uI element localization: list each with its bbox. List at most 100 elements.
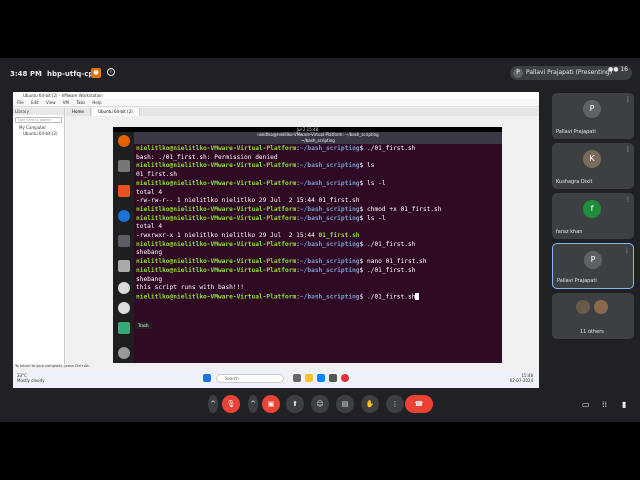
command-text: ./01_first.sh xyxy=(363,145,416,152)
emoji-icon: ☺ xyxy=(316,400,324,408)
participant-tile[interactable]: ⋮ P Pallavi Prajapati xyxy=(552,93,634,139)
people-icon: ●● xyxy=(607,66,619,73)
hand-icon: ✋ xyxy=(365,400,375,408)
avatar xyxy=(576,300,590,314)
weather-widget[interactable]: 33°C Mostly cloudy xyxy=(17,373,45,383)
taskview-icon[interactable] xyxy=(293,374,301,382)
ubuntu-desktop: Jul 2 15:48 Trash nielitlko@nielitlko-VM… xyxy=(113,127,502,363)
menu-edit[interactable]: Edit xyxy=(31,100,39,105)
terminal-output-line: shebang xyxy=(136,276,500,285)
files-icon[interactable] xyxy=(118,160,130,172)
menu-help[interactable]: Help xyxy=(92,100,101,105)
menu-file[interactable]: File xyxy=(17,100,24,105)
output-text: -rw-rw-r-- 1 nielitlko nielitlko 29 Jul … xyxy=(136,197,360,205)
audio-options-button[interactable]: ^ xyxy=(208,395,218,413)
dock-tooltip: Trash xyxy=(135,322,152,329)
more-icon: ⋮ xyxy=(391,400,399,408)
participant-tile[interactable]: ⋮ K Kushagra Dixit xyxy=(552,143,634,189)
participant-name: faraz khan xyxy=(556,229,583,235)
show-apps-icon[interactable] xyxy=(118,347,130,359)
terminal-output-line: -rw-rw-r-- 1 nielitlko nielitlko 29 Jul … xyxy=(136,197,500,206)
mic-button[interactable]: 🎙 xyxy=(222,395,240,413)
present-button[interactable]: ⬆ xyxy=(286,395,304,413)
participants-indicator[interactable]: ●● 16 xyxy=(608,66,628,73)
chrome-icon[interactable] xyxy=(341,374,349,382)
terminal-output-line: this script runs with bash!!! xyxy=(136,284,500,293)
terminal-subtitle: ~/bash_scripting xyxy=(301,138,335,143)
library-title: Library xyxy=(13,108,64,115)
output-text: -rwxrwxr-x 1 nielitlko nielitlko 29 Jul … xyxy=(136,232,319,240)
terminal-icon[interactable] xyxy=(118,235,130,247)
help-icon[interactable] xyxy=(118,210,130,222)
disc-icon-2[interactable] xyxy=(118,302,130,314)
others-tile[interactable]: 11 others xyxy=(552,293,634,339)
terminal-command-line: nielitlko@nielitlko-VMware-Virtual-Platf… xyxy=(136,240,416,248)
prompt-user: nielitlko@nielitlko-VMware-Virtual-Platf… xyxy=(136,258,297,266)
terminal-command-line: nielitlko@nielitlko-VMware-Virtual-Platf… xyxy=(136,145,416,152)
library-search[interactable]: Type here to search xyxy=(15,117,62,123)
prompt-user: nielitlko@nielitlko-VMware-Virtual-Platf… xyxy=(136,240,297,248)
menu-view[interactable]: View xyxy=(46,100,56,105)
start-icon[interactable] xyxy=(203,374,211,382)
terminal-command-line: nielitlko@nielitlko-VMware-Virtual-Platf… xyxy=(136,162,375,170)
disc-icon[interactable] xyxy=(118,282,130,294)
video-options-button[interactable]: ^ xyxy=(248,395,258,413)
leave-call-button[interactable]: ☎ xyxy=(405,395,433,413)
captions-icon: ▤ xyxy=(341,400,349,408)
terminal-output-line: -rwxrwxr-x 1 nielitlko nielitlko 29 Jul … xyxy=(136,232,500,241)
prompt-path: ~/bash_scripting xyxy=(299,266,360,274)
taskbar-search[interactable]: Search xyxy=(216,374,284,383)
participant-name: Pallavi Prajapati xyxy=(557,278,597,284)
explorer-icon[interactable] xyxy=(305,374,313,382)
mic-off-icon: ⋮ xyxy=(625,146,631,153)
terminal-output-line: total 4 xyxy=(136,189,500,198)
recording-icon: ● xyxy=(91,68,101,78)
prompt-path: ~/bash_scripting xyxy=(299,258,360,266)
terminal-command-line: nielitlko@nielitlko-VMware-Virtual-Platf… xyxy=(136,205,442,213)
participant-tile[interactable]: ⋮ f faraz khan xyxy=(552,193,634,239)
info-icon[interactable]: i xyxy=(107,68,115,76)
trash-icon[interactable] xyxy=(118,322,130,334)
activities-icon[interactable]: ⁞⁞ xyxy=(602,400,607,409)
raise-hand-button[interactable]: ✋ xyxy=(361,395,379,413)
edge-icon[interactable] xyxy=(317,374,325,382)
prompt-user: nielitlko@nielitlko-VMware-Virtual-Platf… xyxy=(136,214,297,222)
firefox-icon[interactable] xyxy=(118,135,130,147)
camera-button[interactable]: ▣ xyxy=(262,395,280,413)
chat-icon[interactable]: ▭ xyxy=(582,400,590,409)
camera-off-icon: ▣ xyxy=(267,400,275,408)
captions-button[interactable]: ▤ xyxy=(336,395,354,413)
executable-filename: 01_first.sh xyxy=(318,232,360,240)
command-text: chmod +x 01_first.sh xyxy=(363,205,442,213)
emoji-button[interactable]: ☺ xyxy=(311,395,329,413)
terminal-command-line: nielitlko@nielitlko-VMware-Virtual-Platf… xyxy=(136,258,427,266)
participant-tile-active[interactable]: ⋮ P Pallavi Prajapati xyxy=(552,243,634,289)
menu-vm[interactable]: VM xyxy=(63,100,69,105)
tab-ubuntu[interactable]: Ubuntu 64-bit (2) xyxy=(92,108,140,116)
output-text: shebang xyxy=(136,249,163,257)
ubuntu-dock: Trash xyxy=(113,132,152,363)
avatar: P xyxy=(513,68,523,78)
output-text: bash: ./01_first.sh: Permission denied xyxy=(136,153,278,161)
terminal-output-line: total 4 xyxy=(136,223,500,232)
prompt-user: nielitlko@nielitlko-VMware-Virtual-Platf… xyxy=(136,179,297,187)
separator: | xyxy=(38,69,41,77)
participant-name: Kushagra Dixit xyxy=(556,179,593,185)
menu-tabs[interactable]: Tabs xyxy=(76,100,85,105)
terminal-output[interactable]: nielitlko@nielitlko-VMware-Virtual-Platf… xyxy=(136,145,500,302)
hangup-icon: ☎ xyxy=(414,400,424,408)
more-options-button[interactable]: ⋮ xyxy=(386,395,404,413)
disk-icon[interactable] xyxy=(118,260,130,272)
output-text: total 4 xyxy=(136,188,163,196)
present-icon: ⬆ xyxy=(292,400,298,408)
mic-off-icon: ⋮ xyxy=(624,247,630,254)
library-panel: Library Type here to search My Computer … xyxy=(13,108,65,364)
library-item-ubuntu[interactable]: Ubuntu 64-bit (2) xyxy=(13,131,64,137)
text-cursor xyxy=(415,292,420,300)
participant-name: Pallavi Prajapati xyxy=(556,129,596,135)
lock-icon[interactable]: ▮ xyxy=(622,400,626,409)
prompt-user: nielitlko@nielitlko-VMware-Virtual-Platf… xyxy=(136,205,297,213)
app-center-icon[interactable] xyxy=(118,185,130,197)
vmware-icon[interactable] xyxy=(329,374,337,382)
tab-home[interactable]: Home xyxy=(66,108,91,116)
